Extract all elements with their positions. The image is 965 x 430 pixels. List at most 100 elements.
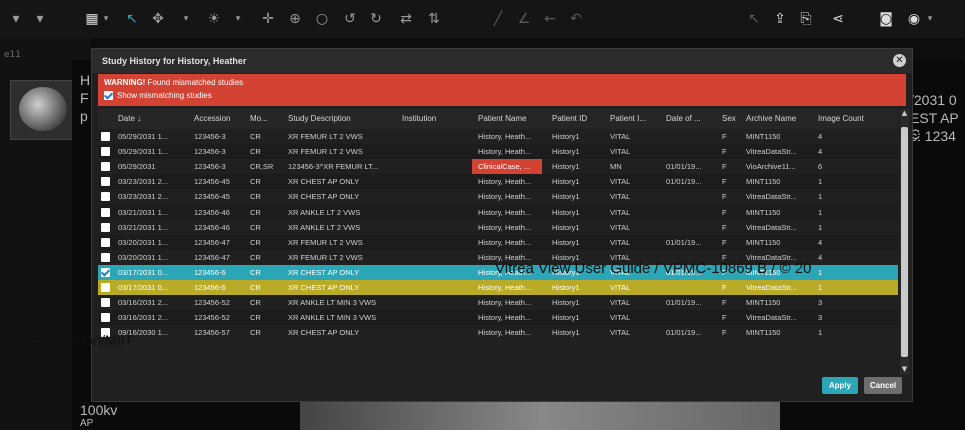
table-row[interactable]: 05/29/2031 1... 123456-3 CR XR FEMUR LT 2 V… <box>98 129 898 144</box>
show-mismatch-checkbox[interactable] <box>104 91 113 100</box>
layout-dropdown-icon[interactable]: ▾ <box>96 9 116 29</box>
dialog-title-bar: Study History for History, Heather <box>92 49 912 73</box>
series-thumbnail[interactable] <box>10 80 74 140</box>
table-cell: F <box>722 162 727 172</box>
column-header[interactable]: Archive Name <box>746 109 796 129</box>
table-cell: VITAL <box>610 328 631 338</box>
table-row[interactable]: 03/21/2031 1... 123456-46 CR XR ANKLE LT 2 … <box>98 220 898 235</box>
share-tree-icon[interactable]: ⋖ <box>828 9 848 29</box>
column-header[interactable]: Patient ID <box>552 109 587 129</box>
table-cell: 1 <box>818 177 823 187</box>
cursor-icon[interactable]: ↖ <box>744 9 764 29</box>
eye-dropdown-icon[interactable]: ▾ <box>920 9 940 29</box>
scroll-thumb[interactable] <box>901 127 908 357</box>
apply-button[interactable]: Apply <box>822 377 858 394</box>
flip-icon[interactable]: ⇄ <box>396 9 416 29</box>
table-cell: 123456-47 <box>194 237 230 247</box>
show-mismatch-label: Show mismatching studies <box>117 91 212 100</box>
table-cell: VITAL <box>610 207 631 217</box>
close-icon[interactable]: ✕ <box>893 54 906 67</box>
table-cell: CR <box>250 222 261 232</box>
cancel-button[interactable]: Cancel <box>864 377 902 394</box>
table-row[interactable]: 03/21/2031 1... 123456-46 CR XR ANKLE LT 2 … <box>98 204 898 220</box>
pointer-icon[interactable]: ↖ <box>122 9 142 29</box>
table-cell: History1 <box>552 313 580 323</box>
table-cell: XR FEMUR LT 2 VWS <box>288 237 363 247</box>
table-row[interactable]: 05/29/2031 123456-3 CR,SR 123456-3^XR FEMUR… <box>98 159 898 175</box>
pan-dropdown-icon[interactable]: ▾ <box>176 9 196 29</box>
row-checkbox[interactable] <box>101 252 110 262</box>
camera-icon[interactable]: ◙ <box>876 9 896 29</box>
table-row[interactable]: 03/20/2031 1... 123456-47 CR XR FEMUR LT 2 … <box>98 234 898 250</box>
row-checkbox[interactable] <box>101 132 110 141</box>
scroll-down-icon[interactable]: ▼ <box>900 365 909 375</box>
table-cell: CR <box>250 328 261 338</box>
table-row[interactable]: 03/23/2031 2... 123456-45 CR XR CHEST AP ON… <box>98 189 898 204</box>
scroll-up-icon[interactable]: ▲ <box>900 109 909 119</box>
column-header[interactable]: Image Count <box>818 109 864 129</box>
table-cell: 123456-6 <box>194 283 226 292</box>
viewer-overlay-left-1: H <box>80 72 91 88</box>
zoom-in-icon[interactable]: ⊕ <box>285 9 305 29</box>
table-cell: History, Heath... <box>478 177 532 187</box>
row-checkbox[interactable] <box>101 298 110 308</box>
table-cell: CR <box>250 267 261 277</box>
column-header[interactable]: Mo... <box>250 109 268 129</box>
flip-v-icon[interactable]: ⇅ <box>424 9 444 29</box>
column-header[interactable]: Accession <box>194 109 230 129</box>
row-checkbox[interactable] <box>101 147 110 157</box>
undo-icon[interactable]: ↶ <box>566 9 586 29</box>
move-icon[interactable]: ✛ <box>258 9 278 29</box>
column-header[interactable]: Study Description <box>288 109 351 129</box>
share-icon[interactable]: ⎘ <box>796 9 816 29</box>
pan-icon[interactable]: ✥ <box>148 9 168 29</box>
brightness-icon[interactable]: ☀ <box>204 9 224 29</box>
table-cell: 3 <box>818 313 823 323</box>
row-checkbox[interactable] <box>101 162 110 172</box>
table-cell: XR ANKLE LT 2 VWS <box>288 222 361 232</box>
column-header[interactable]: Patient I... <box>610 109 646 129</box>
row-checkbox[interactable] <box>101 313 110 323</box>
row-checkbox[interactable] <box>101 222 110 232</box>
row-checkbox[interactable] <box>101 283 110 292</box>
column-header[interactable]: Patient Name <box>478 109 526 129</box>
brightness-dropdown-icon[interactable]: ▾ <box>228 9 248 29</box>
viewer-overlay-left-2: F <box>80 90 89 106</box>
magnify-icon[interactable]: ○ <box>312 9 332 29</box>
column-header[interactable]: Date of ... <box>666 109 701 129</box>
table-cell: CR <box>250 283 261 292</box>
table-row[interactable]: 03/16/2031 2... 123456-52 CR XR ANKLE LT MI… <box>98 310 898 326</box>
arrow-icon[interactable]: ← <box>540 9 560 29</box>
filter-icon[interactable]: ▾ <box>30 9 50 29</box>
viewer-overlay-right-3: c: 1234 <box>910 128 956 144</box>
table-scrollbar[interactable]: ▲ ▼ <box>900 109 909 375</box>
row-checkbox[interactable] <box>101 192 110 202</box>
row-checkbox[interactable] <box>101 237 110 247</box>
table-cell: 01/01/19... <box>666 237 702 247</box>
table-cell: F <box>722 237 727 247</box>
export-icon[interactable]: ⇪ <box>770 9 790 29</box>
table-row[interactable]: 09/16/2030 1... 123456-57 CR XR CHEST AP ON… <box>98 325 898 340</box>
table-cell: History, Heath... <box>478 237 532 247</box>
table-row[interactable]: 05/29/2031 1... 123456-3 CR XR FEMUR LT 2 V… <box>98 144 898 160</box>
table-row[interactable]: 03/17/2031 0... 123456-6 CR XR CHEST AP ONL… <box>98 280 898 295</box>
table-row[interactable]: 03/16/2031 2... 123456-52 CR XR ANKLE LT MI… <box>98 295 898 310</box>
table-row[interactable]: 03/23/2031 2... 123456-45 CR XR CHEST AP ON… <box>98 174 898 190</box>
column-header[interactable]: Institution <box>402 109 436 129</box>
rotate-right-icon[interactable]: ↻ <box>366 9 386 29</box>
angle-icon[interactable]: ∠ <box>514 9 534 29</box>
line-icon[interactable]: ╱ <box>488 9 508 29</box>
dropdown-arrow-icon[interactable]: ▾ <box>6 9 26 29</box>
column-header[interactable]: Sex <box>722 109 736 129</box>
table-cell: History, Heath... <box>478 192 532 202</box>
table-cell: CR <box>250 313 261 323</box>
rotate-left-icon[interactable]: ↺ <box>340 9 360 29</box>
show-mismatch-toggle[interactable]: Show mismatching studies <box>104 91 212 100</box>
table-cell: F <box>722 177 727 187</box>
column-header[interactable]: Date ↓ <box>118 109 141 129</box>
table-cell: 123456-45 <box>194 192 230 202</box>
row-checkbox[interactable] <box>101 207 110 217</box>
row-checkbox[interactable] <box>101 177 110 187</box>
row-checkbox[interactable] <box>101 267 110 277</box>
table-cell: VITAL <box>610 313 631 323</box>
